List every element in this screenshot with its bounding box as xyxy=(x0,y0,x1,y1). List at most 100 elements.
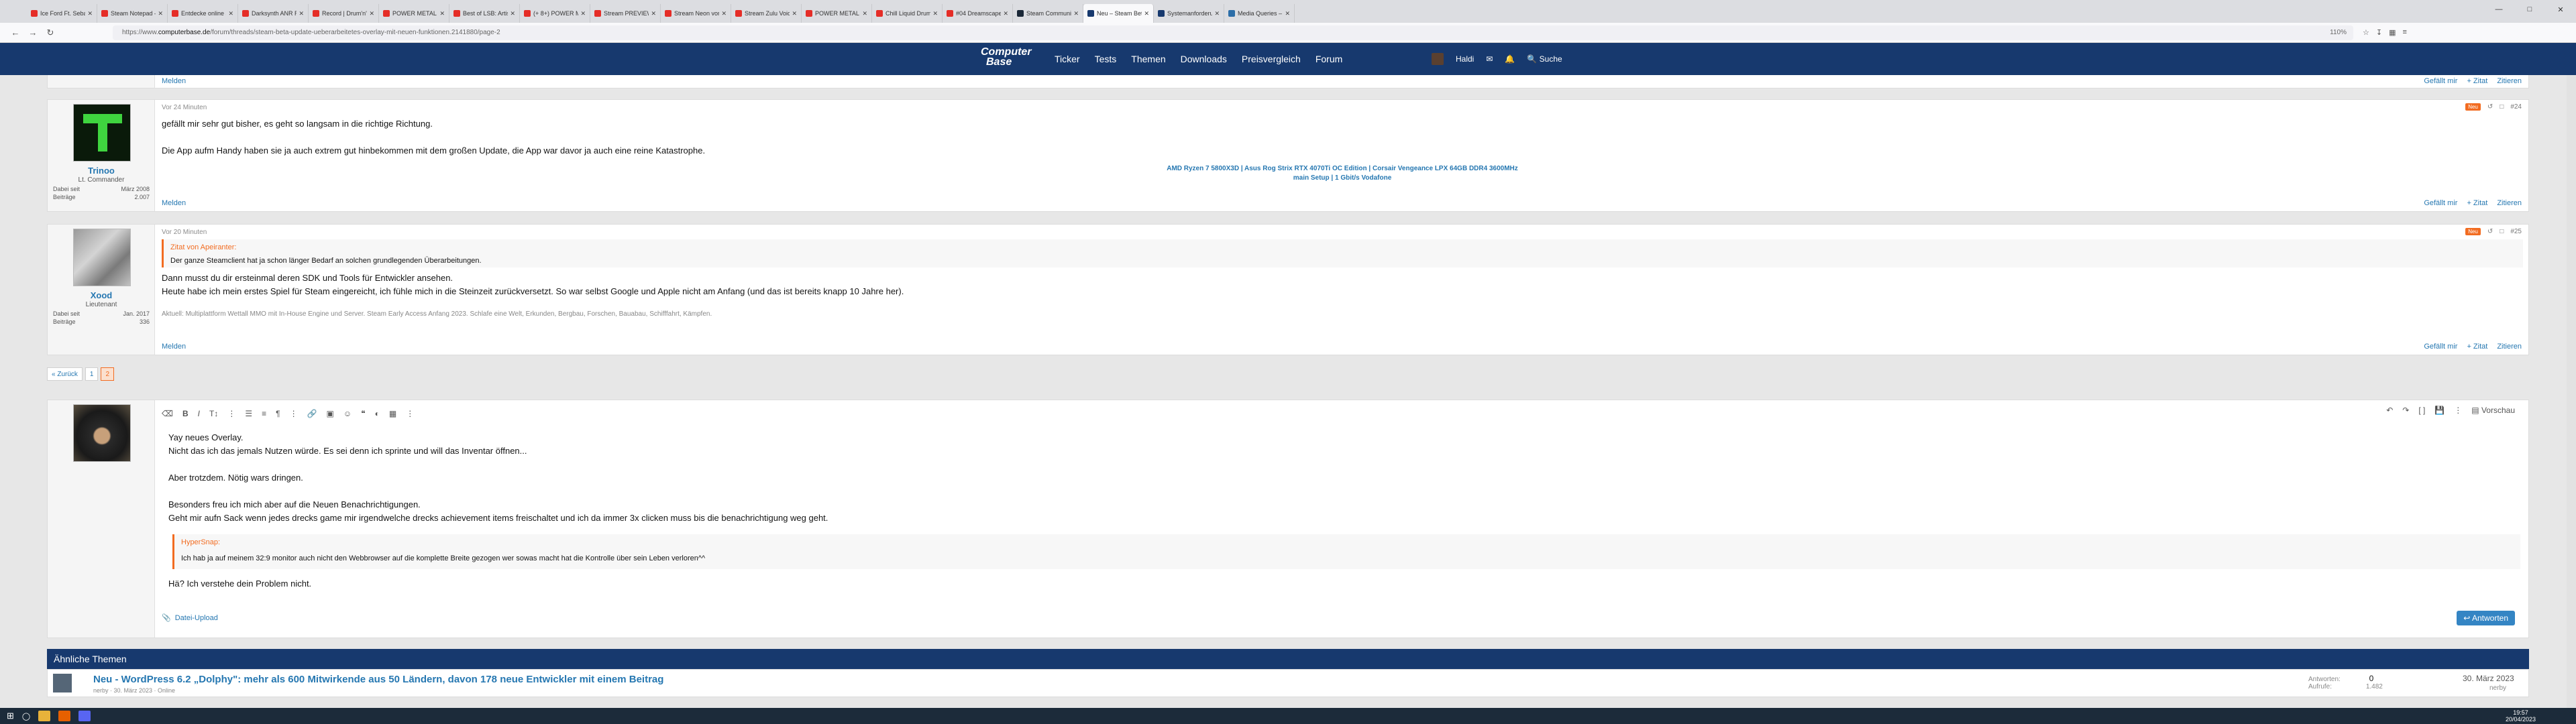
bookmark-icon[interactable]: ☆ xyxy=(2363,28,2369,37)
tab-close-icon[interactable]: ✕ xyxy=(299,10,304,17)
more-options-icon[interactable]: ⋮ xyxy=(406,409,414,418)
table-icon[interactable]: ▦ xyxy=(389,409,396,418)
nav-tests[interactable]: Tests xyxy=(1095,54,1117,64)
emoji-icon[interactable]: ☺ xyxy=(343,409,352,418)
share-icon[interactable]: ↺ xyxy=(2487,103,2493,111)
browser-tab[interactable]: (+ 8+) POWER METAL COMPIL✕ xyxy=(520,4,590,23)
browser-tab[interactable]: Best of LSB: Artist Liquid Drum✕ xyxy=(449,4,520,23)
user-avatar-xood[interactable] xyxy=(73,229,131,286)
windows-start-icon[interactable]: ⊞ xyxy=(7,711,14,721)
site-logo[interactable]: Computer Base xyxy=(981,47,1032,68)
zoom-level[interactable]: 110% xyxy=(2330,29,2347,36)
browser-tab[interactable]: POWER METAL Compilation✕ xyxy=(802,4,872,23)
paragraph-icon[interactable]: ¶ xyxy=(276,409,280,418)
post-number[interactable]: #25 xyxy=(2510,228,2522,235)
explorer-icon[interactable] xyxy=(38,711,51,721)
share-icon[interactable]: ↺ xyxy=(2487,228,2493,235)
like-button[interactable]: Gefällt mir xyxy=(2424,199,2457,207)
browser-tab[interactable]: Chill Liquid Drum and Bass Mix✕ xyxy=(872,4,943,23)
thread-title[interactable]: Neu - WordPress 6.2 „Dolphy": mehr als 6… xyxy=(93,674,663,685)
reload-icon[interactable]: ↻ xyxy=(42,27,59,38)
report-link[interactable]: Melden xyxy=(162,343,186,351)
submit-reply-button[interactable]: ↩ Antworten xyxy=(2457,611,2515,625)
tab-close-icon[interactable]: ✕ xyxy=(932,10,938,17)
undo-icon[interactable]: ↶ xyxy=(2386,406,2393,415)
firefox-icon[interactable] xyxy=(58,711,71,721)
more-options-icon[interactable]: ⋮ xyxy=(2454,406,2462,415)
report-link[interactable]: Melden xyxy=(162,199,186,207)
tab-close-icon[interactable]: ✕ xyxy=(439,10,445,17)
menu-icon[interactable]: ≡ xyxy=(2403,28,2407,37)
nav-forum[interactable]: Forum xyxy=(1316,54,1342,64)
page-scrollbar[interactable] xyxy=(2567,75,2576,708)
pager-page-2[interactable]: 2 xyxy=(101,367,115,381)
tab-close-icon[interactable]: ✕ xyxy=(862,10,867,17)
browser-tab[interactable]: Steam Notepad – Trakkon (C)✕ xyxy=(97,4,168,23)
eraser-icon[interactable]: ⌫ xyxy=(162,409,173,418)
nav-ticker[interactable]: Ticker xyxy=(1055,54,1080,64)
post-date[interactable]: Vor 24 Minuten xyxy=(162,104,207,111)
editor-text-after[interactable]: Hä? Ich verstehe dein Problem nicht. xyxy=(168,577,2516,591)
reply-button[interactable]: Zitieren xyxy=(2497,77,2522,85)
bell-icon[interactable]: 🔔 xyxy=(1505,54,1515,64)
quote-header[interactable]: Zitat von Apeiranter: xyxy=(170,243,2516,251)
system-clock[interactable]: 19:57 20/04/2023 xyxy=(2506,709,2536,723)
post-date[interactable]: Vor 20 Minuten xyxy=(162,229,207,236)
bookmark-post-icon[interactable]: □ xyxy=(2500,103,2504,111)
similar-thread-row[interactable]: Neu - WordPress 6.2 „Dolphy": mehr als 6… xyxy=(47,669,2529,697)
tab-close-icon[interactable]: ✕ xyxy=(369,10,374,17)
search-icon[interactable]: ◯ xyxy=(22,712,30,721)
tab-close-icon[interactable]: ✕ xyxy=(1073,10,1079,17)
nav-themen[interactable]: Themen xyxy=(1131,54,1165,64)
reply-button[interactable]: Zitieren xyxy=(2497,343,2522,351)
user-avatar-trinoo[interactable] xyxy=(73,104,131,162)
browser-tab[interactable]: Stream PREVIEW: Max Shado✕ xyxy=(590,4,661,23)
discord-icon[interactable] xyxy=(78,711,91,721)
tab-close-icon[interactable]: ✕ xyxy=(1144,10,1149,17)
bold-icon[interactable]: B xyxy=(182,409,189,418)
quote-icon[interactable]: ❝ xyxy=(361,409,365,418)
browser-tab[interactable]: Media Queries – @media Regel✕ xyxy=(1224,4,1295,23)
quote-button[interactable]: + Zitat xyxy=(2467,343,2487,351)
tab-close-icon[interactable]: ✕ xyxy=(1214,10,1220,17)
list-icon[interactable]: ☰ xyxy=(245,409,252,418)
quote-button[interactable]: + Zitat xyxy=(2467,199,2487,207)
close-window-icon[interactable]: ✕ xyxy=(2545,5,2576,14)
browser-tab[interactable]: Darksynth ANR Radio - Brutal✕ xyxy=(238,4,309,23)
user-avatar[interactable] xyxy=(1432,53,1444,65)
drafts-icon[interactable]: 💾 xyxy=(2434,406,2445,415)
browser-tab[interactable]: #04 Dreamscape (Deep Liquid✕ xyxy=(943,4,1013,23)
browser-tab[interactable]: Entdecke online auf SoundCl✕ xyxy=(168,4,238,23)
pager-page-1[interactable]: 1 xyxy=(85,367,99,381)
tab-close-icon[interactable]: ✕ xyxy=(228,10,233,17)
bbcode-icon[interactable]: [ ] xyxy=(2418,406,2425,415)
username-link[interactable]: Xood xyxy=(48,290,155,300)
more-options-icon[interactable]: ⋮ xyxy=(227,409,235,418)
tab-close-icon[interactable]: ✕ xyxy=(87,10,93,17)
signature-line[interactable]: main Setup | 1 Gbit/s Vodafone xyxy=(162,174,2523,183)
minimize-icon[interactable]: — xyxy=(2483,5,2514,13)
post-number[interactable]: #24 xyxy=(2510,103,2522,111)
signature-line[interactable]: AMD Ryzen 7 5800X3D | Asus Rog Strix RTX… xyxy=(162,164,2523,174)
editor-quote-block[interactable]: HyperSnap: Ich hab ja auf meinem 32:9 mo… xyxy=(172,534,2520,569)
italic-icon[interactable]: I xyxy=(198,409,200,418)
align-icon[interactable]: ≡ xyxy=(262,409,266,418)
file-upload-button[interactable]: 📎 Datei-Upload xyxy=(162,613,218,623)
more-options-icon[interactable]: ⋮ xyxy=(290,409,298,418)
tab-close-icon[interactable]: ✕ xyxy=(721,10,727,17)
tab-close-icon[interactable]: ✕ xyxy=(651,10,656,17)
nav-downloads[interactable]: Downloads xyxy=(1181,54,1227,64)
download-icon[interactable]: ↧ xyxy=(2376,28,2382,37)
inbox-icon[interactable]: ✉ xyxy=(1486,54,1493,64)
bookmark-post-icon[interactable]: □ xyxy=(2500,228,2504,235)
username[interactable]: Haldi xyxy=(1456,54,1474,64)
username-link[interactable]: Trinoo xyxy=(48,166,155,176)
browser-tab[interactable]: Ice Ford Ft. Sebas Banter - You✕ xyxy=(27,4,97,23)
spoiler-icon[interactable]: ◐ xyxy=(375,409,380,418)
tab-close-icon[interactable]: ✕ xyxy=(510,10,515,17)
current-user-avatar[interactable] xyxy=(73,404,131,462)
browser-tab[interactable]: Stream Zulu Voices (Out 7/23)✕ xyxy=(731,4,802,23)
browser-tab[interactable]: POWER METAL COMPILATION✕ xyxy=(379,4,449,23)
thread-thumbnail[interactable] xyxy=(53,674,72,692)
browser-tab[interactable]: Steam Community :: Guide :: L✕ xyxy=(1013,4,1083,23)
